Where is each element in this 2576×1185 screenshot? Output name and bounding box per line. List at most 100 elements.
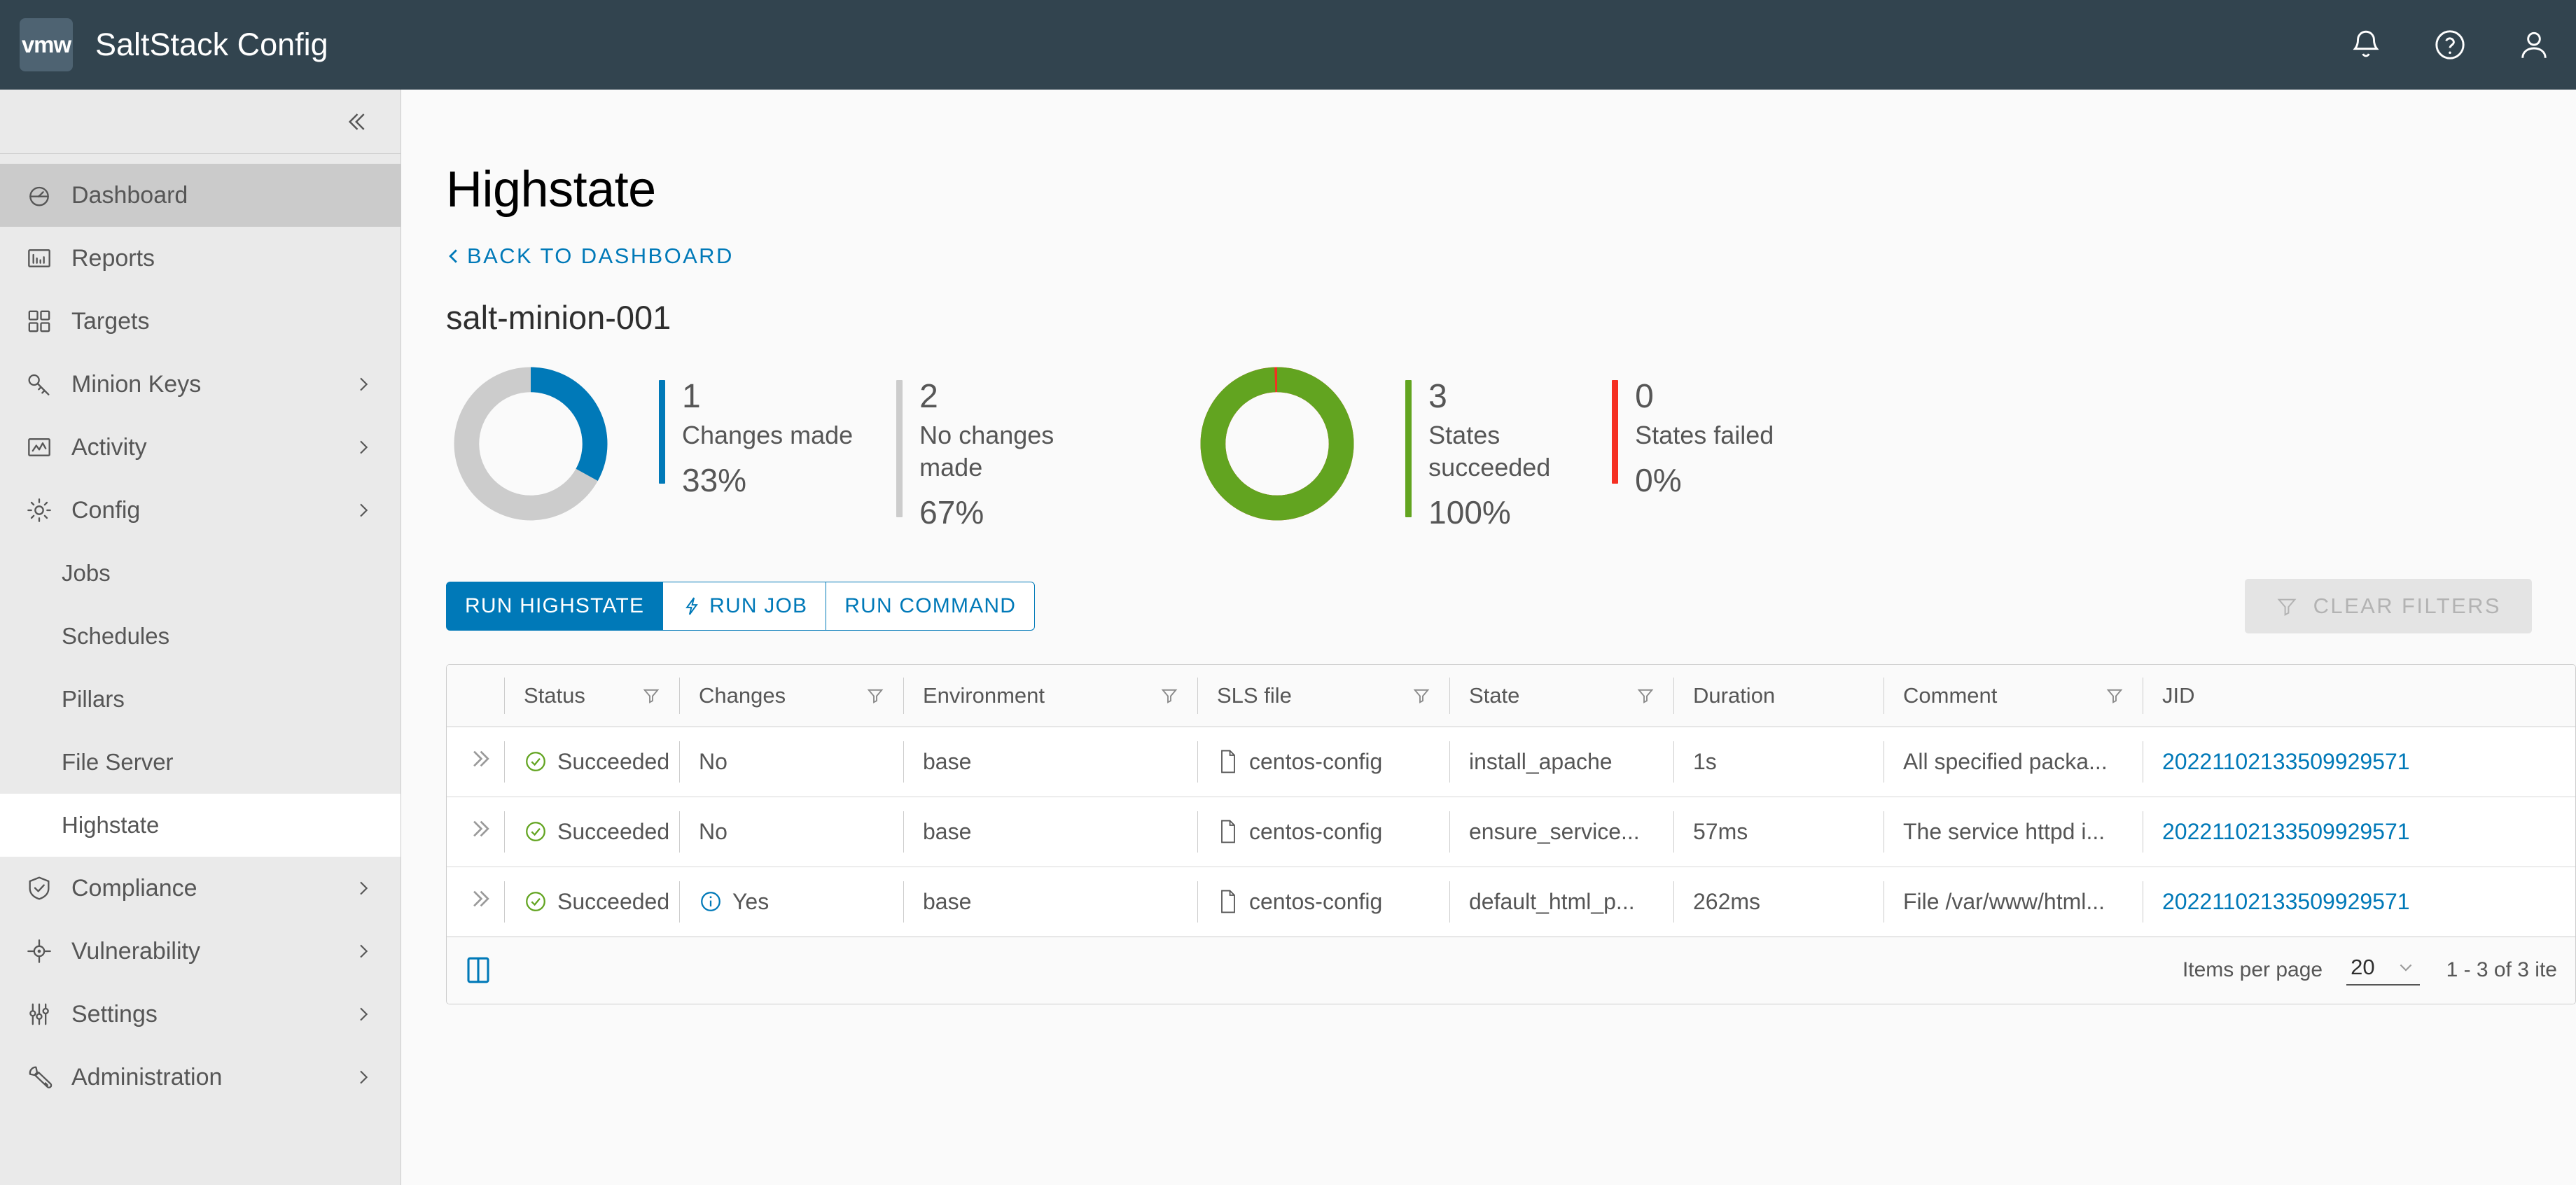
cell-jid: 20221102133509929571 — [2143, 727, 2575, 797]
chevron-right-icon[interactable] — [351, 939, 375, 963]
column-header-sls-file: SLS file — [1197, 665, 1449, 727]
changes-label: No — [699, 818, 727, 844]
chevron-right-icon[interactable] — [351, 435, 375, 459]
filter-icon[interactable] — [1412, 686, 1431, 706]
sidebar-item-vulnerability[interactable]: Vulnerability — [0, 920, 401, 983]
stat-label: No changes made — [919, 421, 1054, 482]
chevron-right-icon[interactable] — [351, 1002, 375, 1026]
jid-link[interactable]: 20221102133509929571 — [2162, 819, 2410, 844]
lightning-bolt-icon — [685, 597, 699, 615]
sidebar-item-activity[interactable]: Activity — [0, 416, 401, 479]
cell-jid: 20221102133509929571 — [2143, 797, 2575, 867]
sidebar-subitem-label: Pillars — [62, 686, 125, 712]
chevron-right-icon[interactable] — [351, 1065, 375, 1089]
funnel-icon — [2277, 598, 2297, 617]
sidebar-item-label: Minion Keys — [71, 370, 202, 398]
row-expand-cell — [447, 727, 504, 797]
cell-sls-file: centos-config — [1197, 867, 1449, 937]
sidebar-subitem-label: Jobs — [62, 560, 111, 586]
sidebar-item-minion-keys[interactable]: Minion Keys — [0, 353, 401, 416]
table-row[interactable]: Succeeded Yes base centos-config default_htm… — [447, 867, 2575, 937]
sidebar-subitem-label: File Server — [62, 749, 174, 775]
column-header-label: State — [1469, 682, 1520, 708]
targets-icon — [25, 307, 64, 335]
sidebar-subitem-highstate[interactable]: Highstate — [0, 794, 401, 857]
jid-link[interactable]: 20221102133509929571 — [2162, 889, 2410, 914]
filter-icon[interactable] — [1160, 686, 1179, 706]
sidebar-item-label: Administration — [71, 1063, 223, 1091]
app-title: SaltStack Config — [95, 27, 328, 62]
sidebar-item-dashboard[interactable]: Dashboard — [0, 164, 401, 227]
filter-icon[interactable] — [1636, 686, 1655, 706]
gear-icon — [25, 496, 64, 524]
status-cell-content: Succeeded — [524, 819, 679, 845]
sidebar-item-reports[interactable]: Reports — [0, 227, 401, 290]
sidebar-item-settings[interactable]: Settings — [0, 983, 401, 1046]
success-check-icon — [526, 752, 545, 772]
pagination-controls: Items per page 20 1 - 3 of 3 ite — [2182, 955, 2557, 986]
expand-row-icon[interactable] — [466, 885, 493, 912]
sidebar-subitem-jobs[interactable]: Jobs — [0, 542, 401, 605]
column-header-label: Duration — [1693, 682, 1776, 708]
run-job-button[interactable]: RUN JOB — [663, 582, 827, 631]
success-check-icon — [526, 822, 545, 842]
cell-changes: No — [679, 797, 903, 867]
sls-file-cell-content: centos-config — [1217, 749, 1449, 775]
sidebar: Dashboard Reports Targets Minion Keys Activi… — [0, 90, 401, 1185]
sidebar-item-label: Compliance — [71, 874, 197, 902]
stat-no-changes-made: 2 No changes made 67% — [896, 380, 1094, 531]
jid-link[interactable]: 20221102133509929571 — [2162, 749, 2410, 774]
header-actions — [2324, 0, 2576, 90]
cell-comment: The service httpd i... — [1884, 797, 2143, 867]
sidebar-item-config[interactable]: Config — [0, 479, 401, 542]
status-label: Succeeded — [557, 888, 670, 914]
chevron-right-icon[interactable] — [351, 876, 375, 900]
sidebar-item-compliance[interactable]: Compliance — [0, 857, 401, 920]
stat-value: 0 — [1635, 378, 1654, 415]
table-row[interactable]: Succeeded No base centos-config install_apac… — [447, 727, 2575, 797]
stat-value: 3 — [1428, 378, 1447, 415]
column-header-environment: Environment — [903, 665, 1197, 727]
sidebar-collapse-button[interactable] — [0, 90, 401, 154]
help-icon[interactable] — [2408, 0, 2492, 90]
chevron-right-icon[interactable] — [351, 498, 375, 522]
column-header-changes: Changes — [679, 665, 903, 727]
sidebar-subitem-file-server[interactable]: File Server — [0, 731, 401, 794]
run-highstate-button[interactable]: RUN HIGHSTATE — [446, 582, 664, 631]
shield-check-icon — [25, 874, 64, 902]
stat-percent: 100% — [1428, 494, 1511, 531]
changes-cell-content: Yes — [699, 889, 903, 915]
column-header-jid: JID — [2143, 665, 2575, 727]
sidebar-item-administration[interactable]: Administration — [0, 1046, 401, 1109]
table-row[interactable]: Succeeded No base centos-config ensure_servi… — [447, 797, 2575, 867]
expand-row-icon[interactable] — [466, 815, 493, 842]
cell-duration: 1s — [1673, 727, 1884, 797]
chevron-right-icon[interactable] — [351, 372, 375, 396]
column-header-label: Environment — [923, 682, 1045, 708]
user-account-icon[interactable] — [2492, 0, 2576, 90]
column-toggle-icon[interactable] — [466, 955, 490, 985]
sidebar-subitem-schedules[interactable]: Schedules — [0, 605, 401, 668]
items-per-page-value: 20 — [2351, 955, 2375, 980]
changes-label: Yes — [732, 888, 770, 914]
sliders-icon — [25, 1000, 64, 1028]
run-command-button[interactable]: RUN COMMAND — [826, 582, 1036, 631]
cell-comment: All specified packa... — [1884, 727, 2143, 797]
items-per-page-select[interactable]: 20 — [2346, 955, 2420, 986]
cell-changes: No — [679, 727, 903, 797]
filter-icon[interactable] — [2105, 686, 2124, 706]
back-to-dashboard-link[interactable]: BACK TO DASHBOARD — [445, 244, 734, 269]
filter-icon[interactable] — [641, 686, 661, 706]
stat-percent: 67% — [919, 494, 984, 531]
filter-icon[interactable] — [865, 686, 885, 706]
clear-filters-button[interactable]: CLEAR FILTERS — [2244, 579, 2532, 634]
cell-status: Succeeded — [504, 797, 679, 867]
expand-row-icon[interactable] — [466, 745, 493, 772]
sidebar-item-targets[interactable]: Targets — [0, 290, 401, 353]
sidebar-item-label: Reports — [71, 244, 155, 272]
column-header-comment: Comment — [1884, 665, 2143, 727]
column-header-expand — [447, 665, 504, 727]
notification-bell-icon[interactable] — [2324, 0, 2408, 90]
sidebar-subitem-pillars[interactable]: Pillars — [0, 668, 401, 731]
stat-value: 1 — [682, 378, 701, 415]
